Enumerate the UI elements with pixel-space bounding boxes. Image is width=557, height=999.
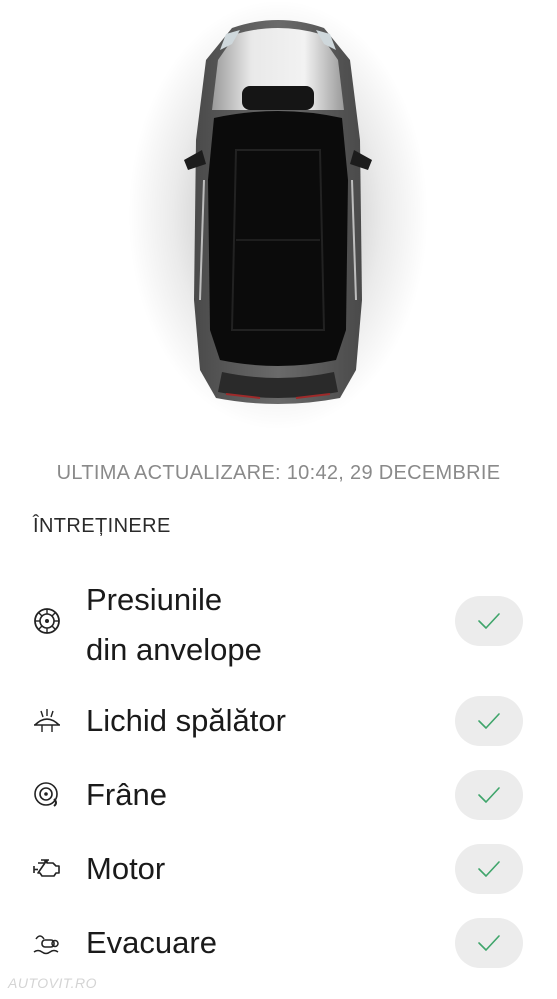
- watermark: AUTOVIT.RO: [8, 975, 98, 991]
- check-icon: [478, 713, 500, 729]
- check-icon: [478, 787, 500, 803]
- maintenance-item-tire-pressure[interactable]: Presiunile din anvelope: [0, 578, 557, 668]
- last-update-label: ULTIMA ACTUALIZARE: 10:42, 29 DECEMBRIE: [56, 462, 501, 484]
- status-ok-badge: [455, 696, 523, 746]
- status-ok-badge: [455, 596, 523, 646]
- status-ok-badge: [455, 844, 523, 894]
- maintenance-item-label: Lichid spălător: [86, 703, 286, 738]
- car-illustration: [128, 0, 428, 430]
- maintenance-item-label: Evacuare: [86, 925, 217, 960]
- brake-icon: [32, 779, 62, 809]
- maintenance-item-brakes[interactable]: Frâne: [0, 768, 557, 822]
- maintenance-item-label: Frâne: [86, 777, 167, 812]
- maintenance-item-exhaust[interactable]: Evacuare: [0, 916, 557, 970]
- car-top-view: [0, 0, 557, 440]
- exhaust-icon: [32, 927, 62, 957]
- tire-icon: [32, 606, 62, 636]
- maintenance-item-washer-fluid[interactable]: Lichid spălător: [0, 694, 557, 748]
- washer-fluid-icon: [32, 705, 62, 735]
- section-title-maintenance: ÎNTREȚINERE: [33, 515, 171, 537]
- maintenance-item-label-line2: din anvelope: [86, 632, 262, 667]
- status-ok-badge: [455, 770, 523, 820]
- status-ok-badge: [455, 918, 523, 968]
- maintenance-item-engine[interactable]: Motor: [0, 842, 557, 896]
- engine-icon: [32, 853, 62, 883]
- check-icon: [478, 935, 500, 951]
- maintenance-item-label: Motor: [86, 851, 166, 886]
- check-icon: [478, 613, 500, 629]
- maintenance-item-label: Presiunile: [86, 582, 223, 617]
- check-icon: [478, 861, 500, 877]
